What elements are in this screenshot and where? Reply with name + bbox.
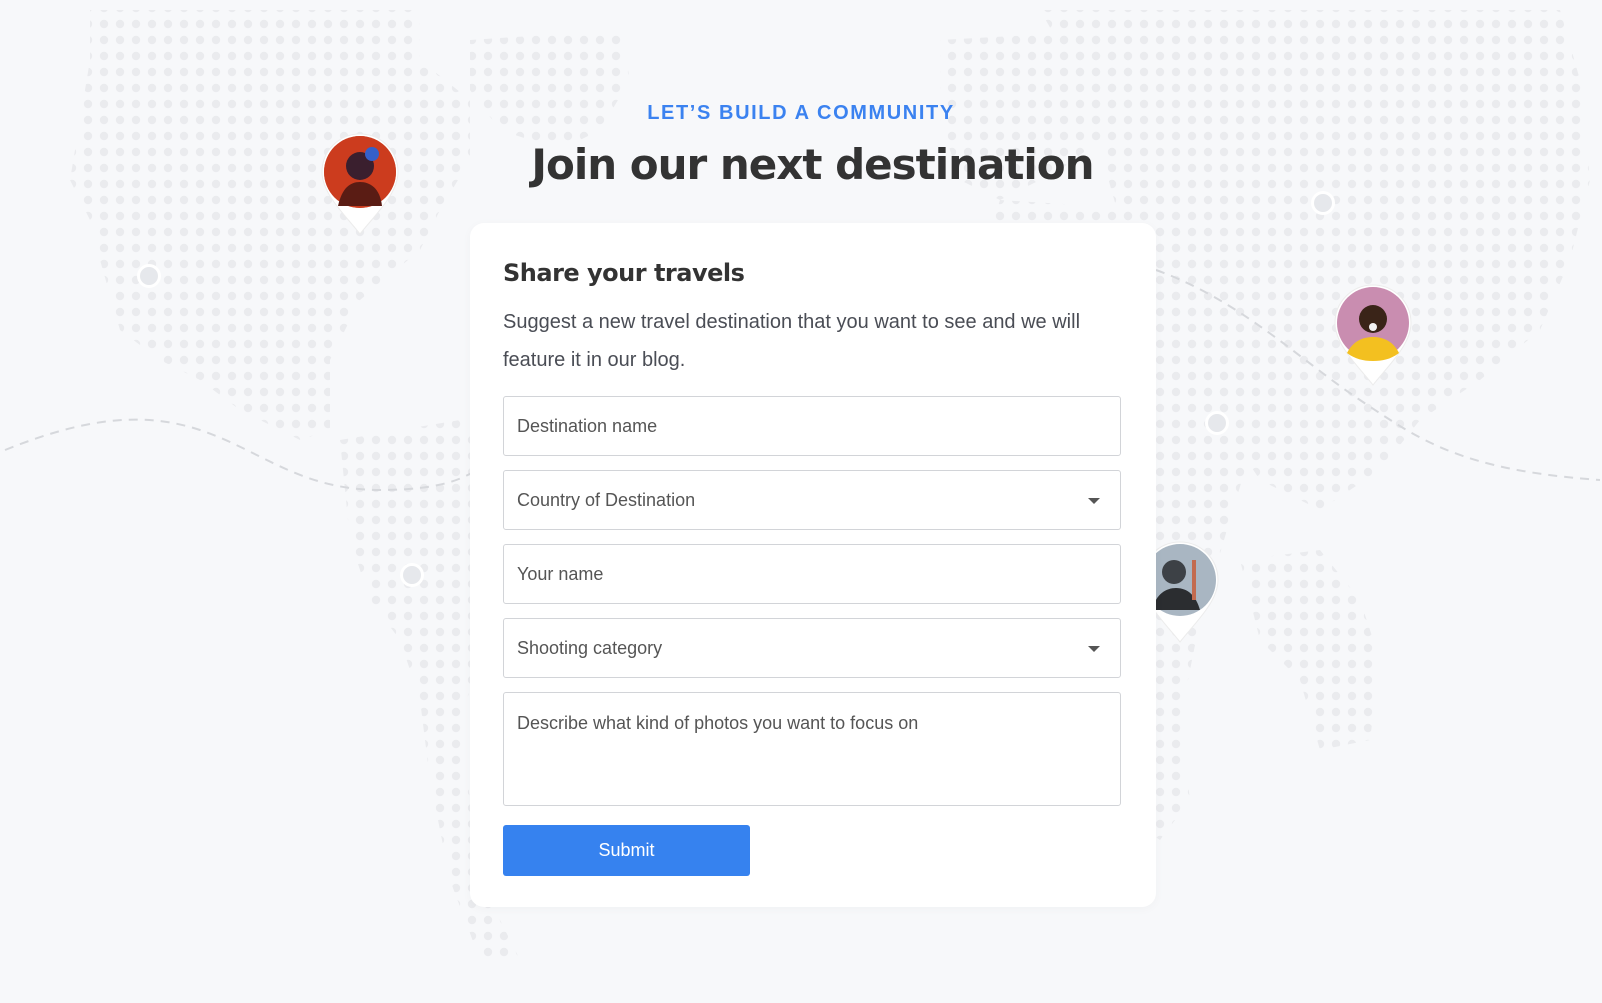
avatar-pin-right — [1334, 284, 1412, 386]
submit-button[interactable]: Submit — [503, 825, 750, 876]
form-card: Share your travels Suggest a new travel … — [470, 223, 1156, 907]
chevron-down-icon — [1088, 646, 1100, 652]
country-select[interactable]: Country of Destination — [503, 470, 1121, 530]
your-name-input[interactable]: Your name — [503, 544, 1121, 604]
page-title: Join our next destination — [531, 140, 1094, 189]
map-location-dot — [1205, 411, 1229, 435]
country-select-value: Country of Destination — [517, 490, 696, 510]
your-name-placeholder: Your name — [517, 564, 604, 584]
shooting-category-select[interactable]: Shooting category — [503, 618, 1121, 678]
form-title: Share your travels — [503, 259, 745, 287]
form-description: Suggest a new travel destination that yo… — [503, 311, 1081, 371]
map-location-dot — [137, 264, 161, 288]
description-placeholder: Describe what kind of photos you want to… — [517, 713, 919, 733]
shooting-category-value: Shooting category — [517, 638, 663, 658]
page-eyebrow: LET’S BUILD A COMMUNITY — [647, 102, 955, 124]
destination-name-input[interactable]: Destination name — [503, 396, 1121, 456]
map-location-dot — [1311, 191, 1335, 215]
map-location-dot — [400, 563, 424, 587]
destination-name-placeholder: Destination name — [517, 416, 658, 436]
chevron-down-icon — [1088, 498, 1100, 504]
description-textarea[interactable]: Describe what kind of photos you want to… — [503, 692, 1121, 806]
